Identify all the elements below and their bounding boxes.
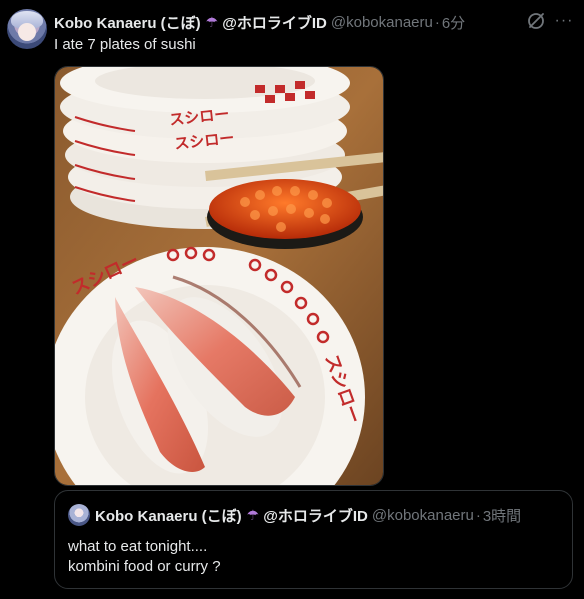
- separator: ·: [434, 13, 440, 31]
- quote-avatar: [68, 504, 90, 526]
- author-tag[interactable]: @ホロライブID: [222, 12, 327, 33]
- timestamp[interactable]: 6分: [442, 12, 465, 33]
- separator: ·: [475, 506, 481, 524]
- quote-line-2: kombini food or curry ?: [68, 558, 221, 575]
- author-name[interactable]: Kobo Kanaeru (こぼ): [54, 12, 201, 33]
- grok-icon[interactable]: [526, 11, 546, 31]
- quote-author-handle: @kobokanaeru: [371, 506, 474, 524]
- quote-text: what to eat tonight.... kombini food or …: [68, 537, 221, 577]
- umbrella-icon: ☂: [246, 506, 260, 523]
- quoted-tweet[interactable]: Kobo Kanaeru (こぼ) ☂ @ホロライブID @kobokanaer…: [54, 490, 573, 589]
- umbrella-icon: ☂: [205, 13, 219, 30]
- quote-author-tag: @ホロライブID: [263, 507, 368, 525]
- quote-header: Kobo Kanaeru (こぼ) ☂ @ホロライブID @kobokanaer…: [95, 505, 521, 525]
- more-icon[interactable]: ···: [554, 11, 574, 31]
- author-handle[interactable]: @kobokanaeru: [331, 14, 433, 31]
- tweet-header: Kobo Kanaeru (こぼ) ☂ @ホロライブID @kobokanaer…: [54, 12, 465, 32]
- tweet-text: I ate 7 plates of sushi: [54, 36, 196, 53]
- sushi-photo: スシロー スシロー スシロー スシロー: [55, 67, 383, 485]
- quote-timestamp: 3時間: [482, 507, 522, 525]
- quote-author-name: Kobo Kanaeru (こぼ): [95, 507, 242, 525]
- quote-line-1: what to eat tonight....: [68, 538, 208, 555]
- avatar[interactable]: [7, 9, 47, 49]
- tweet[interactable]: Kobo Kanaeru (こぼ) ☂ @ホロライブID @kobokanaer…: [0, 0, 584, 599]
- tweet-photo[interactable]: スシロー スシロー スシロー スシロー: [54, 66, 384, 486]
